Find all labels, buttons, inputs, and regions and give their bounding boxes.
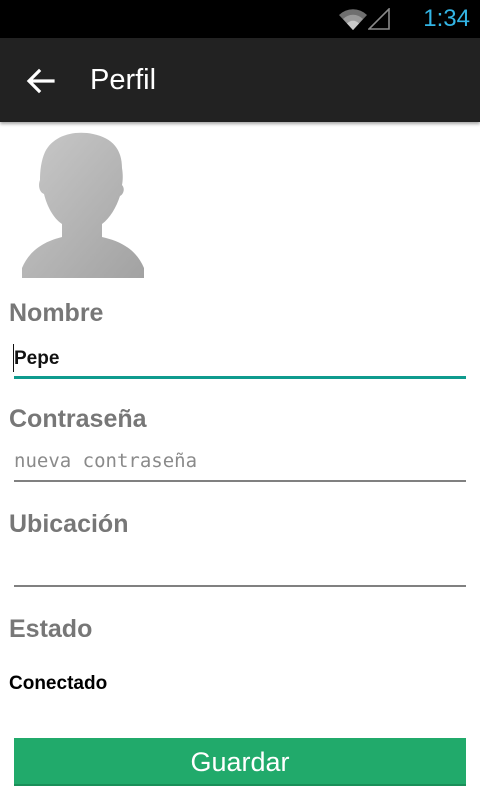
status-bar: 1:34 [0, 0, 480, 38]
signal-icon [368, 8, 390, 30]
status-clock: 1:34 [423, 5, 470, 32]
password-underline [14, 480, 466, 482]
name-underline [14, 376, 466, 379]
password-label: Contraseña [9, 405, 147, 433]
password-placeholder: nueva contraseña [14, 450, 198, 472]
location-underline [14, 585, 466, 587]
status-value[interactable]: Conectado [9, 672, 107, 696]
password-field[interactable]: nueva contraseña [14, 442, 466, 482]
name-field[interactable]: Pepe [13, 339, 466, 379]
avatar-icon[interactable] [18, 128, 148, 280]
location-field[interactable] [14, 547, 466, 587]
arrow-back-icon[interactable] [26, 66, 56, 96]
wifi-icon [339, 9, 367, 30]
save-button[interactable]: Guardar [14, 738, 466, 786]
name-label: Nombre [9, 299, 104, 327]
action-bar: Perfil [0, 38, 480, 122]
page-title: Perfil [90, 64, 157, 96]
name-value: Pepe [14, 348, 60, 369]
location-label: Ubicación [9, 510, 129, 538]
status-label: Estado [9, 615, 93, 643]
